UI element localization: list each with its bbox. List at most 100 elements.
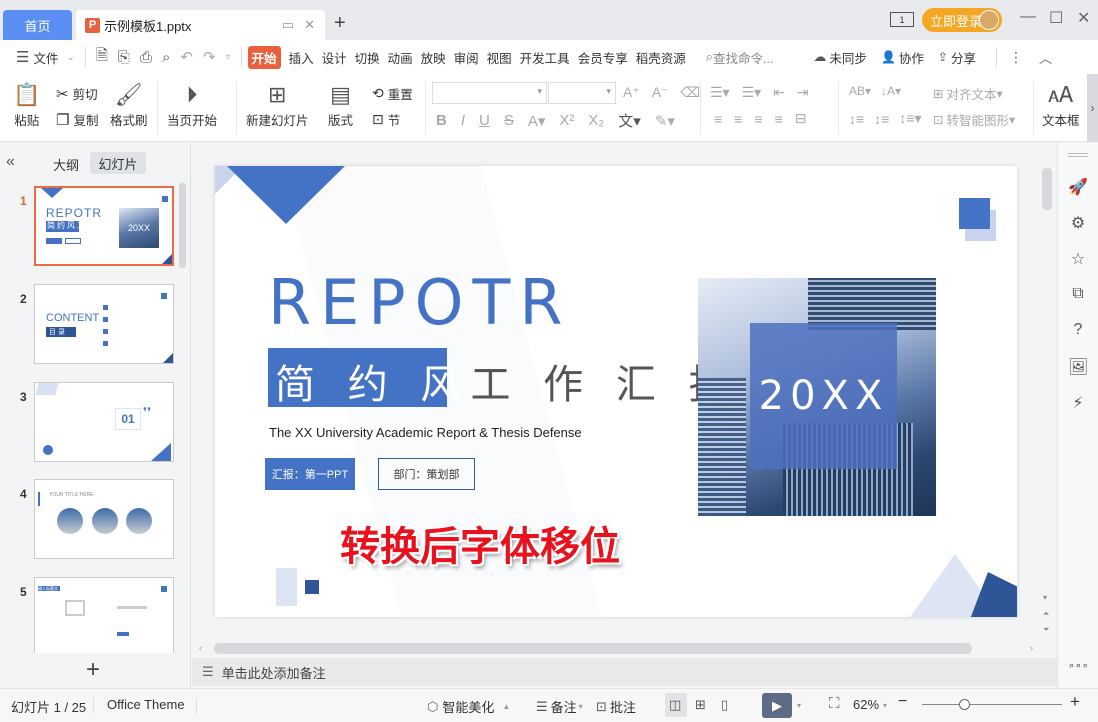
drag-handle[interactable] [1068, 153, 1088, 157]
reporter-box[interactable]: 汇报：第一PPT [265, 458, 355, 490]
file-menu[interactable]: 文件 [33, 48, 58, 67]
bullet-list-icon[interactable]: ☰▾ [710, 84, 730, 101]
format-painter-button[interactable]: 🖌 格式刷 [110, 80, 148, 129]
font-size-select[interactable] [548, 82, 616, 104]
skyscraper-photo[interactable]: 20XX [698, 278, 936, 516]
tab-slideshow[interactable]: 放映 [421, 48, 446, 67]
sort-text-icon[interactable]: ↓A▾ [881, 84, 901, 98]
star-effect-icon[interactable]: ☆ [1068, 249, 1088, 269]
department-box[interactable]: 部门：策划部 [378, 458, 475, 490]
notes-toggle-button[interactable]: ☰ 备注 ▾ [536, 697, 583, 716]
add-slide-button[interactable]: + [86, 656, 100, 684]
play-from-current-button[interactable]: ⏵ 当页开始 [167, 80, 217, 129]
bold-icon[interactable]: B [436, 112, 447, 129]
align-right-icon[interactable]: ≡ [754, 111, 762, 127]
rocket-icon[interactable]: 🚀 [1068, 177, 1088, 197]
redo-icon[interactable]: ↷ [203, 48, 216, 66]
text-direction-icon[interactable]: AB▾ [849, 84, 871, 98]
more-options-icon[interactable]: ⋮ [1009, 49, 1023, 66]
subscript-icon[interactable]: X₂ [588, 112, 604, 129]
distribute-icon[interactable]: ⊟ [795, 110, 807, 127]
page-nav-arrows[interactable]: ▾ ⏶ ⏷ [1043, 590, 1049, 638]
vertical-scrollbar[interactable] [1040, 143, 1056, 658]
justify-icon[interactable]: ≡ [775, 111, 783, 127]
play-options-chevron-icon[interactable]: ▾ [797, 701, 801, 710]
zoom-out-button[interactable]: − [898, 693, 907, 711]
collapse-panel-icon[interactable]: « [6, 153, 15, 171]
reset-button[interactable]: ⟲ 重置 [372, 84, 413, 103]
italic-icon[interactable]: I [461, 112, 465, 129]
fit-window-icon[interactable]: ⛶ [829, 695, 840, 712]
paragraph-spacing-icon[interactable]: ↕≡ [874, 111, 889, 127]
slide-thumbnail-1[interactable]: REPOTR 简约风工作汇报 20XX [34, 186, 174, 266]
new-slide-button[interactable]: ⊞ 新建幻灯片 [246, 80, 309, 129]
tab-home[interactable]: 首页 [3, 10, 72, 40]
lightning-icon[interactable]: ⚡ [1068, 393, 1088, 413]
search-command-input[interactable]: 查找命令... [713, 48, 773, 67]
help-icon[interactable]: ? [1068, 321, 1088, 339]
new-tab-button[interactable]: + [334, 12, 346, 35]
line-spacing-icon[interactable]: ↕≡ [849, 111, 864, 127]
export-pdf-icon[interactable]: ⎘ [118, 49, 130, 66]
pin-tab-icon[interactable]: ▭ [282, 17, 294, 33]
section-button[interactable]: ⊡ 节 [372, 110, 400, 129]
align-center-icon[interactable]: ≡ [734, 111, 742, 127]
print-icon[interactable]: ⎙ [140, 49, 152, 66]
smart-beautify-button[interactable]: ⬡ 智能美化 ▲ [427, 697, 510, 716]
tab-slides[interactable]: 幻灯片 [90, 152, 146, 174]
reading-view-icon[interactable]: ▯ [721, 697, 728, 713]
tab-insert[interactable]: 插入 [289, 48, 314, 67]
close-tab-icon[interactable]: ✕ [304, 17, 315, 33]
cut-button[interactable]: ✂ 剪切 [56, 84, 98, 103]
share-button[interactable]: 分享 [951, 48, 976, 67]
tab-start[interactable]: 开始 [247, 45, 281, 69]
underline-icon[interactable]: U [479, 112, 490, 129]
tab-docer[interactable]: 稻壳资源 [636, 48, 686, 67]
window-count-badge[interactable]: 1 [890, 12, 914, 27]
undo-icon[interactable]: ↶ [180, 48, 193, 66]
zoom-level[interactable]: 62% [853, 697, 879, 712]
phonetic-guide-icon[interactable]: 文▾ [618, 110, 641, 131]
sliders-icon[interactable]: ⚙ [1068, 213, 1088, 233]
slide-thumbnail-5[interactable]: 输入标题文字 [34, 577, 174, 653]
align-left-icon[interactable]: ≡ [714, 111, 722, 127]
scroll-right-arrow[interactable]: › [1030, 643, 1033, 653]
thumbnail-scrollbar[interactable] [179, 183, 186, 268]
scroll-left-arrow[interactable]: ‹ [199, 643, 202, 653]
minimize-button[interactable]: — [1020, 8, 1036, 26]
spacing-options-icon[interactable]: ↕≡▾ [899, 110, 921, 127]
textbox-button[interactable]: 🗚 文本框 [1042, 80, 1080, 129]
maximize-button[interactable]: ☐ [1049, 8, 1063, 28]
tab-design[interactable]: 设计 [322, 48, 347, 67]
slide-thumbnail-4[interactable]: YOUR TITLE HERE [34, 479, 174, 559]
layout-button[interactable]: ▤ 版式 [328, 80, 353, 129]
decrease-font-icon[interactable]: A⁻ [652, 84, 669, 101]
collapse-ribbon-icon[interactable]: ︿ [1039, 48, 1052, 67]
more-icon[interactable]: ∘∘∘ [1068, 659, 1089, 672]
tab-developer[interactable]: 开发工具 [520, 48, 570, 67]
paste-button[interactable]: 📋 粘贴 [13, 80, 40, 129]
customize-toolbar-icon[interactable]: ▿ [226, 52, 231, 63]
transition-icon[interactable]: ⧉ [1068, 285, 1088, 303]
align-text-button[interactable]: ⊞ 对齐文本 ▾ [933, 84, 1003, 103]
print-preview-icon[interactable]: ⌕ [162, 49, 170, 66]
ribbon-scroll-right[interactable]: › [1087, 74, 1098, 142]
font-name-select[interactable] [432, 82, 547, 104]
superscript-icon[interactable]: X² [559, 112, 574, 129]
tab-view[interactable]: 视图 [487, 48, 512, 67]
save-icon[interactable]: 🗎 [96, 45, 108, 70]
vertical-scroll-thumb[interactable] [1042, 168, 1052, 210]
zoom-dropdown-icon[interactable]: ▾ [883, 701, 887, 710]
increase-indent-icon[interactable]: ⇥ [797, 84, 809, 101]
notes-area[interactable]: ☰ 单击此处添加备注 [192, 658, 1057, 686]
comments-button[interactable]: ⊡ 批注 [596, 697, 636, 716]
clear-format-icon[interactable]: ⌫ [680, 84, 700, 101]
english-subtitle[interactable]: The XX University Academic Report & Thes… [269, 425, 582, 440]
close-window-button[interactable]: ✕ [1077, 8, 1090, 28]
collaborate-button[interactable]: 协作 [899, 48, 924, 67]
strikethrough-icon[interactable]: S [504, 112, 514, 129]
tab-transition[interactable]: 切换 [355, 48, 380, 67]
convert-smartart-button[interactable]: ⊡ 转智能图形 ▾ [933, 110, 1015, 129]
tab-animation[interactable]: 动画 [388, 48, 413, 67]
horizontal-scroll-thumb[interactable] [214, 643, 972, 654]
